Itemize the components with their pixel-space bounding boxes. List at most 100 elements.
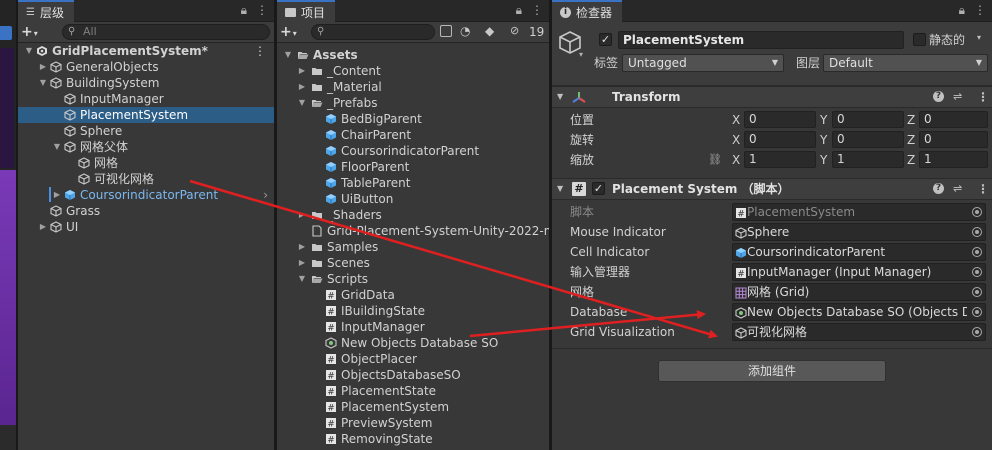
project-item[interactable]: # PreviewSystem xyxy=(277,415,549,431)
project-item[interactable]: BedBigParent xyxy=(277,111,549,127)
project-item[interactable]: # GridData xyxy=(277,287,549,303)
fold-arrow-icon[interactable]: ▶ xyxy=(297,239,307,255)
transform-position-z-field[interactable]: 0 xyxy=(919,111,988,128)
project-item[interactable]: ▶ _Content xyxy=(277,63,549,79)
object-picker-icon[interactable] xyxy=(972,207,982,217)
placement-system-header[interactable]: ▼ # ✓ Placement System （脚本） ? ⇌ ⋮ xyxy=(552,178,992,200)
chevron-right-icon[interactable]: › xyxy=(263,187,268,203)
lock-icon[interactable]: 🔒︎ xyxy=(959,3,965,18)
fold-arrow-icon[interactable]: ▶ xyxy=(52,187,62,203)
hierarchy-item[interactable]: 网格 xyxy=(18,155,274,171)
project-item[interactable]: Grid-Placement-System-Unity-2022-ma xyxy=(277,223,549,239)
preset-sliders-icon[interactable]: ⇌ xyxy=(953,87,962,107)
transform-position-y-field[interactable]: 0 xyxy=(832,111,904,128)
object-picker-icon[interactable] xyxy=(972,327,982,337)
project-item[interactable]: UiButton xyxy=(277,191,549,207)
hierarchy-item[interactable]: PlacementSystem xyxy=(18,107,274,123)
hierarchy-item[interactable]: 可视化网格 xyxy=(18,171,274,187)
object-field[interactable]: CoursorindicatorParent xyxy=(732,243,986,261)
transform-header[interactable]: ▼ Transform ? ⇌ ⋮ xyxy=(552,86,992,108)
hierarchy-item[interactable]: ▶ CoursorindicatorParent › xyxy=(18,187,274,203)
preset-sliders-icon[interactable]: ⇌ xyxy=(953,179,962,199)
inspector-tab[interactable]: i 检查器 xyxy=(552,0,623,22)
project-item[interactable]: ▶ _Shaders xyxy=(277,207,549,223)
object-field[interactable]: Sphere xyxy=(732,223,986,241)
object-field[interactable]: 网格 (Grid) xyxy=(732,283,986,301)
lock-icon[interactable]: 🔒︎ xyxy=(241,3,247,18)
kebab-menu-icon[interactable]: ⋮ xyxy=(254,43,266,59)
filter-by-label-icon[interactable]: ◆ xyxy=(485,24,494,38)
fold-arrow-icon[interactable]: ▼ xyxy=(297,95,307,111)
transform-scale-x-field[interactable]: 1 xyxy=(744,151,816,168)
fold-arrow-icon[interactable]: ▶ xyxy=(38,59,48,75)
transform-position-x-field[interactable]: 0 xyxy=(744,111,816,128)
transform-rotation-y-field[interactable]: 0 xyxy=(832,131,904,148)
object-field[interactable]: # InputManager (Input Manager) xyxy=(732,263,986,281)
object-picker-icon[interactable] xyxy=(972,247,982,257)
kebab-menu-icon[interactable]: ⋮ xyxy=(977,179,989,199)
project-item[interactable]: TableParent xyxy=(277,175,549,191)
project-item[interactable]: ▶ Samples xyxy=(277,239,549,255)
fold-arrow-icon[interactable]: ▼ xyxy=(297,271,307,287)
axis-label[interactable]: Y xyxy=(820,150,827,170)
scene-view-edge[interactable] xyxy=(0,0,16,450)
axis-label[interactable]: X xyxy=(732,110,740,130)
hierarchy-item[interactable]: ▼ BuildingSystem xyxy=(18,75,274,91)
project-item[interactable]: ▶ _Material xyxy=(277,79,549,95)
transform-rotation-z-field[interactable]: 0 xyxy=(919,131,988,148)
transform-scale-z-field[interactable]: 1 xyxy=(919,151,988,168)
project-item[interactable]: # InputManager xyxy=(277,319,549,335)
project-item[interactable]: # ObjectsDatabaseSO xyxy=(277,367,549,383)
transform-scale-y-field[interactable]: 1 xyxy=(832,151,904,168)
axis-label[interactable]: Z xyxy=(907,110,915,130)
fold-arrow-icon[interactable]: ▼ xyxy=(24,43,34,59)
axis-label[interactable]: X xyxy=(732,150,740,170)
static-checkbox[interactable] xyxy=(913,33,926,46)
tag-dropdown[interactable]: Untagged ▼ xyxy=(622,54,784,72)
project-item[interactable]: # RemovingState xyxy=(277,431,549,447)
search-by-type-icon[interactable] xyxy=(440,25,452,37)
axis-label[interactable]: X xyxy=(732,130,740,150)
object-picker-icon[interactable] xyxy=(972,227,982,237)
object-picker-icon[interactable] xyxy=(972,267,982,277)
axis-label[interactable]: Y xyxy=(820,110,827,130)
axis-label[interactable]: Z xyxy=(907,130,915,150)
fold-arrow-icon[interactable]: ▶ xyxy=(297,207,307,223)
kebab-menu-icon[interactable]: ⋮ xyxy=(977,87,989,107)
layer-dropdown[interactable]: Default ▼ xyxy=(823,54,988,72)
kebab-menu-icon[interactable]: ⋮ xyxy=(974,3,986,18)
static-dropdown-arrow[interactable]: ▾ xyxy=(977,33,981,42)
hierarchy-item[interactable]: ▶ GeneralObjects xyxy=(18,59,274,75)
scene-toolbar-stub[interactable] xyxy=(0,26,12,40)
project-item[interactable]: ▼ Scripts xyxy=(277,271,549,287)
kebab-menu-icon[interactable]: ⋮ xyxy=(256,3,268,18)
help-icon[interactable]: ? xyxy=(933,183,944,194)
hierarchy-item[interactable]: Grass xyxy=(18,203,274,219)
object-name-field[interactable]: PlacementSystem xyxy=(618,31,904,49)
fold-arrow-icon[interactable]: ▼ xyxy=(283,47,293,63)
fold-arrow-icon[interactable]: ▶ xyxy=(38,219,48,235)
fold-arrow-icon[interactable]: ▶ xyxy=(297,63,307,79)
axis-label[interactable]: Z xyxy=(907,150,915,170)
component-enabled-checkbox[interactable]: ✓ xyxy=(592,182,605,195)
project-item[interactable]: # PlacementSystem xyxy=(277,399,549,415)
hierarchy-item[interactable]: InputManager xyxy=(18,91,274,107)
project-item[interactable]: New Objects Database SO xyxy=(277,335,549,351)
project-item[interactable]: ▼ _Prefabs xyxy=(277,95,549,111)
project-item[interactable]: ▶ Scenes xyxy=(277,255,549,271)
project-item[interactable]: # ObjectPlacer xyxy=(277,351,549,367)
axis-label[interactable]: Y xyxy=(820,130,827,150)
project-item[interactable]: ChairParent xyxy=(277,127,549,143)
project-item[interactable]: # PlacementState xyxy=(277,383,549,399)
transform-rotation-x-field[interactable]: 0 xyxy=(744,131,816,148)
project-item[interactable]: ▼ Assets xyxy=(277,47,549,63)
add-component-button[interactable]: 添加组件 xyxy=(658,360,886,382)
hierarchy-item[interactable]: ▼ 网格父体 xyxy=(18,139,274,155)
project-item[interactable]: # IBuildingState xyxy=(277,303,549,319)
hierarchy-item[interactable]: ▶ UI xyxy=(18,219,274,235)
hidden-packages-icon[interactable]: ⊘ xyxy=(510,24,519,37)
create-button[interactable]: +▾ xyxy=(21,24,38,40)
fold-arrow-icon[interactable]: ▶ xyxy=(297,79,307,95)
hierarchy-item[interactable]: Sphere xyxy=(18,123,274,139)
fold-arrow-icon[interactable]: ▼ xyxy=(557,179,563,199)
